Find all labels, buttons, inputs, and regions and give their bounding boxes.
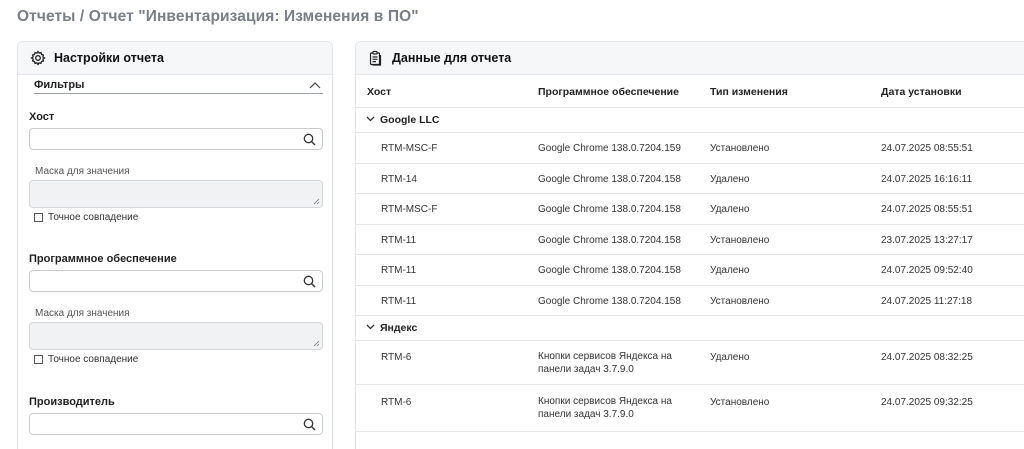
cell-host: RTM-11: [381, 296, 417, 307]
group-label: Google LLC: [380, 114, 440, 126]
cell-install-date: 24.07.2025 11:27:18: [881, 296, 973, 307]
cell-software: Google Chrome 138.0.7204.159: [538, 143, 681, 154]
filters-toggle[interactable]: Фильтры: [34, 76, 323, 94]
chevron-up-icon[interactable]: [309, 81, 321, 89]
report-data-title: Данные для отчета: [392, 51, 512, 65]
vendor-search-box: [29, 413, 323, 435]
group-label: Яндекс: [380, 322, 418, 334]
cell-change-type: Установлено: [710, 296, 770, 307]
software-exact-checkbox[interactable]: [34, 355, 43, 364]
settings-header: Настройки отчета: [18, 42, 332, 75]
chevron-down-icon[interactable]: [366, 324, 375, 330]
column-header-software[interactable]: Программное обеспечение: [538, 86, 679, 98]
resize-grip-icon[interactable]: [313, 340, 320, 347]
cell-change-type: Удалено: [710, 174, 750, 185]
vendor-search-input[interactable]: [30, 414, 290, 434]
table-row[interactable]: RTM-6 Кнопки сервисов Яндекса на панели …: [356, 385, 1024, 432]
group-row-google[interactable]: Google LLC: [356, 108, 1024, 133]
cell-install-date: 24.07.2025 08:32:25: [881, 352, 973, 363]
software-exact-match[interactable]: Точное совпадение: [34, 354, 138, 365]
cell-install-date: 24.07.2025 09:32:25: [881, 397, 973, 408]
vendor-filter-label: Производитель: [29, 396, 115, 408]
cell-install-date: 24.07.2025 16:16:11: [881, 174, 973, 185]
table-header: Хост Программное обеспечение Тип изменен…: [356, 77, 1024, 108]
software-search-input[interactable]: [30, 271, 290, 291]
page-title: Отчеты / Отчет "Инвентаризация: Изменени…: [17, 8, 419, 25]
table-row[interactable]: RTM-MSC-F Google Chrome 138.0.7204.159 У…: [356, 133, 1024, 164]
cell-software: Google Chrome 138.0.7204.158: [538, 296, 681, 307]
table-row[interactable]: RTM-MSC-F Google Chrome 138.0.7204.158 У…: [356, 194, 1024, 225]
cell-change-type: Удалено: [710, 352, 750, 363]
host-exact-match[interactable]: Точное совпадение: [34, 212, 138, 223]
cell-host: RTM-11: [381, 265, 417, 276]
host-mask-field[interactable]: [29, 180, 323, 208]
group-row-yandex[interactable]: Яндекс: [356, 316, 1024, 341]
report-settings-panel: Настройки отчета Фильтры Хост Маска для …: [17, 41, 333, 449]
clipboard-icon: [368, 50, 384, 66]
column-header-install-date[interactable]: Дата установки: [881, 86, 962, 98]
host-exact-checkbox[interactable]: [34, 213, 43, 222]
cell-change-type: Установлено: [710, 397, 770, 408]
table-row[interactable]: RTM-11 Google Chrome 138.0.7204.158 Уста…: [356, 286, 1024, 316]
cell-host: RTM-6: [381, 397, 412, 408]
host-filter-label: Хост: [29, 111, 55, 123]
cell-change-type: Удалено: [710, 204, 750, 215]
cell-software: Google Chrome 138.0.7204.158: [538, 235, 681, 246]
report-data-header: Данные для отчета: [356, 42, 1024, 75]
chevron-down-icon[interactable]: [366, 116, 375, 122]
cell-install-date: 23.07.2025 13:27:17: [881, 235, 973, 246]
software-mask-label: Маска для значения: [35, 308, 130, 319]
cell-host: RTM-6: [381, 352, 412, 363]
cell-software: Кнопки сервисов Яндекса на панели задач …: [538, 350, 698, 376]
cell-host: RTM-MSC-F: [381, 143, 438, 154]
cell-software-line: панели задач 3.7.9.0: [538, 409, 634, 420]
column-header-host[interactable]: Хост: [367, 86, 391, 98]
cell-change-type: Удалено: [710, 265, 750, 276]
report-data-panel: Данные для отчета Хост Программное обесп…: [355, 41, 1024, 449]
cell-host: RTM-MSC-F: [381, 204, 438, 215]
cell-install-date: 24.07.2025 09:52:40: [881, 265, 973, 276]
column-header-change-type[interactable]: Тип изменения: [710, 86, 788, 98]
cell-software: Google Chrome 138.0.7204.158: [538, 174, 681, 185]
gear-icon: [30, 50, 46, 66]
host-exact-label: Точное совпадение: [48, 212, 139, 223]
table-row[interactable]: RTM-11 Google Chrome 138.0.7204.158 Удал…: [356, 255, 1024, 286]
host-search-box: [29, 128, 323, 150]
cell-host: RTM-14: [381, 174, 417, 185]
resize-grip-icon[interactable]: [313, 198, 320, 205]
search-icon[interactable]: [303, 133, 316, 146]
software-exact-label: Точное совпадение: [48, 354, 139, 365]
filters-label: Фильтры: [34, 78, 85, 91]
cell-change-type: Установлено: [710, 235, 770, 246]
table-row[interactable]: RTM-11 Google Chrome 138.0.7204.158 Уста…: [356, 225, 1024, 255]
cell-software: Google Chrome 138.0.7204.158: [538, 265, 681, 276]
cell-software: Кнопки сервисов Яндекса на панели задач …: [538, 395, 698, 421]
host-search-input[interactable]: [30, 129, 290, 149]
cell-software-line: Кнопки сервисов Яндекса на: [538, 351, 672, 362]
search-icon[interactable]: [303, 418, 316, 431]
search-icon[interactable]: [303, 275, 316, 288]
cell-software-line: панели задач 3.7.9.0: [538, 364, 634, 375]
table-row[interactable]: RTM-6 Кнопки сервисов Яндекса на панели …: [356, 341, 1024, 385]
table-row[interactable]: RTM-14 Google Chrome 138.0.7204.158 Удал…: [356, 164, 1024, 194]
cell-install-date: 24.07.2025 08:55:51: [881, 143, 973, 154]
cell-host: RTM-11: [381, 235, 417, 246]
software-mask-field[interactable]: [29, 322, 323, 350]
cell-install-date: 24.07.2025 08:55:51: [881, 204, 973, 215]
cell-software: Google Chrome 138.0.7204.158: [538, 204, 681, 215]
host-mask-label: Маска для значения: [35, 166, 130, 177]
software-filter-label: Программное обеспечение: [29, 253, 177, 265]
cell-software-line: Кнопки сервисов Яндекса на: [538, 396, 672, 407]
software-search-box: [29, 270, 323, 292]
cell-change-type: Установлено: [710, 143, 770, 154]
settings-title: Настройки отчета: [54, 51, 164, 65]
